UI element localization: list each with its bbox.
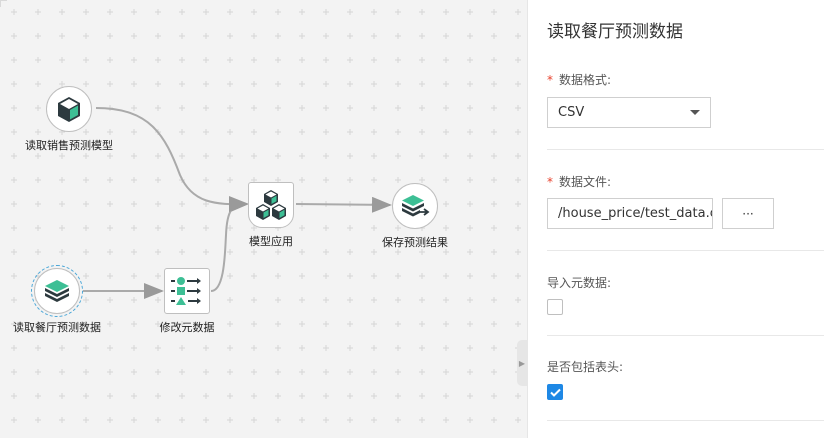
panel-title: 读取餐厅预测数据 [547,22,683,42]
file-path-input[interactable]: /house_price/test_data.csv [547,198,713,229]
workflow-canvas[interactable]: 读取销售预测模型 读取餐厅预测数据 修改元数据 模型应用 保存预测结果 ▶ [0,0,527,438]
file-label: 数据文件: [559,175,612,189]
node-model-apply[interactable]: 模型应用 [221,182,321,249]
node-label: 模型应用 [249,235,293,248]
divider [547,149,824,150]
format-select-value: CSV [558,105,585,120]
layers-export-icon [392,183,438,229]
caret-down-icon [690,110,700,115]
cubes-icon [248,182,294,228]
file-path-value: /house_price/test_data.csv [558,206,712,221]
header-checkbox[interactable] [547,384,563,400]
required-marker: * [547,174,553,189]
divider [547,250,824,251]
import-meta-label: 导入元数据: [547,276,612,290]
properties-panel: 读取餐厅预测数据 * 数据格式: CSV * 数据文件: /house_price/… [527,0,824,438]
required-marker: * [547,72,553,87]
cube-icon [46,86,92,132]
file-field-label: * 数据文件: [547,173,824,190]
header-label: 是否包括表头: [547,360,624,374]
node-label: 读取餐厅预测数据 [13,321,101,334]
format-label: 数据格式: [559,73,612,87]
node-label: 修改元数据 [159,321,215,334]
node-label: 保存预测结果 [382,236,448,249]
node-read-restaurant-data[interactable]: 读取餐厅预测数据 [7,265,107,335]
divider [547,335,824,336]
node-read-sales-model[interactable]: 读取销售预测模型 [19,86,119,153]
header-field: 是否包括表头: [547,358,824,375]
node-modify-metadata[interactable]: 修改元数据 [137,268,237,335]
import-meta-field: 导入元数据: [547,274,824,291]
chevron-right-icon: ▶ [518,358,526,368]
divider [547,420,824,421]
format-select[interactable]: CSV [547,97,711,128]
browse-button[interactable]: ··· [722,198,774,229]
format-field-label: * 数据格式: [547,71,824,88]
node-save-results[interactable]: 保存预测结果 [365,183,465,250]
collapse-panel-handle[interactable]: ▶ [517,340,527,386]
metadata-icon [164,268,210,314]
node-label: 读取销售预测模型 [25,139,113,152]
layers-icon [31,265,83,317]
checkmark-icon [549,388,561,397]
import-meta-checkbox[interactable] [547,299,563,315]
